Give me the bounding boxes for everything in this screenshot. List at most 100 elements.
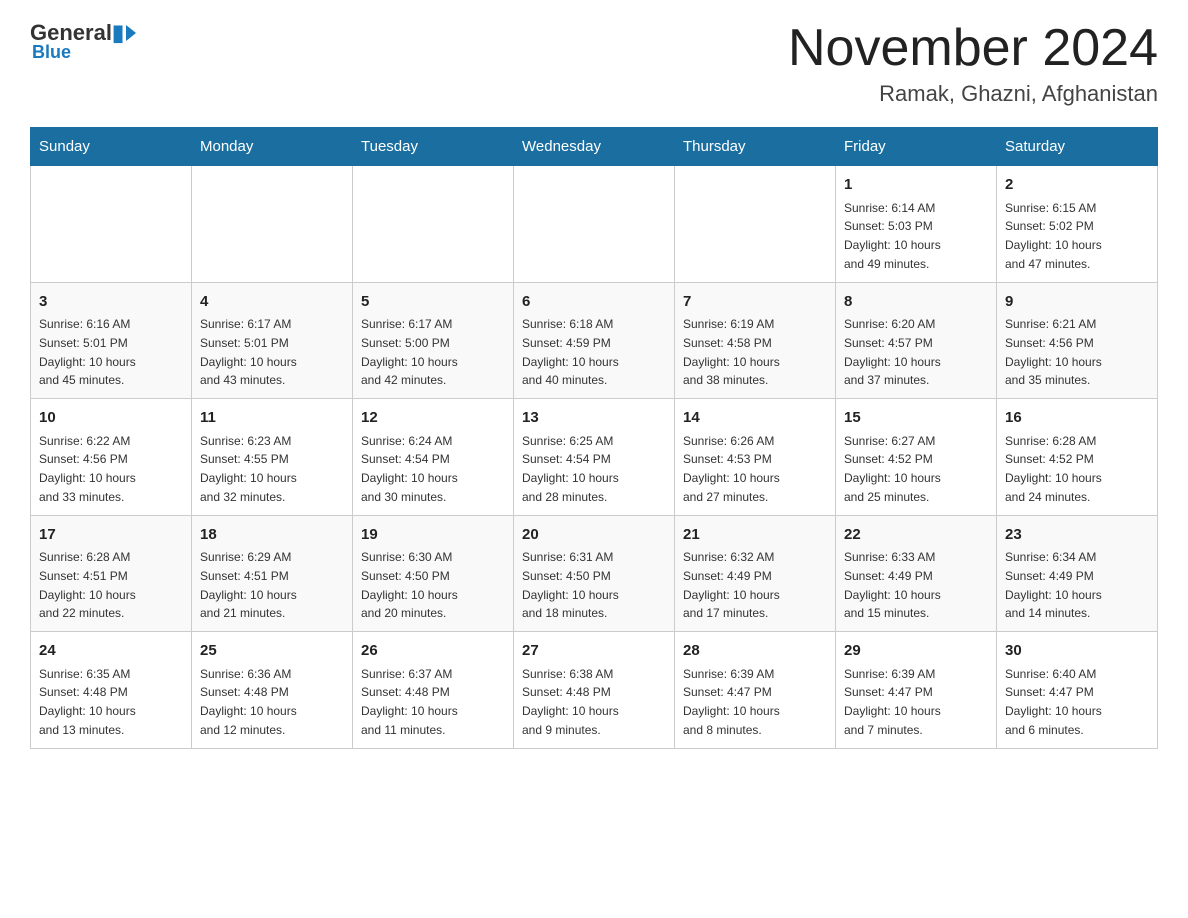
calendar-cell: 15Sunrise: 6:27 AM Sunset: 4:52 PM Dayli… <box>836 399 997 516</box>
calendar-cell: 23 Sunrise: 6:34 AM Sunset: 4:49 PM Dayli… <box>997 515 1158 632</box>
day-info: Sunrise: 6:19 AM Sunset: 4:58 PM Dayligh… <box>683 317 780 387</box>
calendar-cell: 8 Sunrise: 6:20 AM Sunset: 4:57 PM Daylig… <box>836 282 997 399</box>
day-number: 5 <box>361 291 505 314</box>
day-info: Sunrise: 6:30 AM Sunset: 4:50 PM Dayligh… <box>361 550 458 620</box>
calendar-cell: 17 Sunrise: 6:28 AM Sunset: 4:51 PM Dayli… <box>31 515 192 632</box>
calendar-cell <box>514 166 675 283</box>
day-number: 4 <box>200 291 344 314</box>
calendar-cell: 29 Sunrise: 6:39 AM Sunset: 4:47 PM Dayli… <box>836 632 997 749</box>
day-info: Sunrise: 6:23 AM Sunset: 4:55 PM Dayligh… <box>200 434 297 504</box>
day-info: Sunrise: 6:18 AM Sunset: 4:59 PM Dayligh… <box>522 317 619 387</box>
day-number: 18 <box>200 524 344 547</box>
calendar-cell: 10 Sunrise: 6:22 AM Sunset: 4:56 PM Dayli… <box>31 399 192 516</box>
day-number: 3 <box>39 291 183 314</box>
day-info: Sunrise: 6:16 AM Sunset: 5:01 PM Dayligh… <box>39 317 136 387</box>
weekday-header-monday: Monday <box>192 128 353 166</box>
day-number: 2 <box>1005 174 1149 197</box>
calendar-cell: 5 Sunrise: 6:17 AM Sunset: 5:00 PM Daylig… <box>353 282 514 399</box>
day-info: Sunrise: 6:33 AM Sunset: 4:49 PM Dayligh… <box>844 550 941 620</box>
page-header: General ▮ Blue November 2024 Ramak, Ghaz… <box>30 20 1158 107</box>
day-info: Sunrise: 6:28 AM Sunset: 4:52 PM Dayligh… <box>1005 434 1102 504</box>
day-number: 10 <box>39 407 183 430</box>
calendar-cell: 7Sunrise: 6:19 AM Sunset: 4:58 PM Daylig… <box>675 282 836 399</box>
day-info: Sunrise: 6:31 AM Sunset: 4:50 PM Dayligh… <box>522 550 619 620</box>
day-number: 17 <box>39 524 183 547</box>
day-info: Sunrise: 6:17 AM Sunset: 5:00 PM Dayligh… <box>361 317 458 387</box>
day-info: Sunrise: 6:39 AM Sunset: 4:47 PM Dayligh… <box>844 667 941 737</box>
day-info: Sunrise: 6:39 AM Sunset: 4:47 PM Dayligh… <box>683 667 780 737</box>
calendar-cell: 21 Sunrise: 6:32 AM Sunset: 4:49 PM Dayli… <box>675 515 836 632</box>
day-info: Sunrise: 6:24 AM Sunset: 4:54 PM Dayligh… <box>361 434 458 504</box>
day-number: 16 <box>1005 407 1149 430</box>
day-number: 22 <box>844 524 988 547</box>
day-number: 23 <box>1005 524 1149 547</box>
day-info: Sunrise: 6:26 AM Sunset: 4:53 PM Dayligh… <box>683 434 780 504</box>
day-info: Sunrise: 6:21 AM Sunset: 4:56 PM Dayligh… <box>1005 317 1102 387</box>
day-number: 25 <box>200 640 344 663</box>
day-number: 9 <box>1005 291 1149 314</box>
calendar-week-row: 24Sunrise: 6:35 AM Sunset: 4:48 PM Dayli… <box>31 632 1158 749</box>
calendar-cell: 6 Sunrise: 6:18 AM Sunset: 4:59 PM Daylig… <box>514 282 675 399</box>
month-title: November 2024 <box>788 20 1158 77</box>
day-number: 19 <box>361 524 505 547</box>
day-info: Sunrise: 6:35 AM Sunset: 4:48 PM Dayligh… <box>39 667 136 737</box>
calendar-cell: 24Sunrise: 6:35 AM Sunset: 4:48 PM Dayli… <box>31 632 192 749</box>
day-info: Sunrise: 6:22 AM Sunset: 4:56 PM Dayligh… <box>39 434 136 504</box>
calendar-cell: 11Sunrise: 6:23 AM Sunset: 4:55 PM Dayli… <box>192 399 353 516</box>
calendar-cell: 27 Sunrise: 6:38 AM Sunset: 4:48 PM Dayli… <box>514 632 675 749</box>
calendar-cell: 12Sunrise: 6:24 AM Sunset: 4:54 PM Dayli… <box>353 399 514 516</box>
day-number: 20 <box>522 524 666 547</box>
calendar-week-row: 3 Sunrise: 6:16 AM Sunset: 5:01 PM Daylig… <box>31 282 1158 399</box>
calendar-cell: 9 Sunrise: 6:21 AM Sunset: 4:56 PM Daylig… <box>997 282 1158 399</box>
logo-arrow-icon <box>126 25 136 41</box>
logo-blue-label: Blue <box>32 42 71 63</box>
day-info: Sunrise: 6:38 AM Sunset: 4:48 PM Dayligh… <box>522 667 619 737</box>
weekday-header-wednesday: Wednesday <box>514 128 675 166</box>
day-number: 21 <box>683 524 827 547</box>
calendar-cell: 3 Sunrise: 6:16 AM Sunset: 5:01 PM Daylig… <box>31 282 192 399</box>
calendar-cell: 2 Sunrise: 6:15 AM Sunset: 5:02 PM Daylig… <box>997 166 1158 283</box>
day-info: Sunrise: 6:29 AM Sunset: 4:51 PM Dayligh… <box>200 550 297 620</box>
title-section: November 2024 Ramak, Ghazni, Afghanistan <box>788 20 1158 107</box>
day-number: 29 <box>844 640 988 663</box>
calendar-cell <box>31 166 192 283</box>
day-info: Sunrise: 6:14 AM Sunset: 5:03 PM Dayligh… <box>844 201 941 271</box>
day-number: 28 <box>683 640 827 663</box>
logo-blue-text: ▮ <box>112 20 124 46</box>
weekday-header-tuesday: Tuesday <box>353 128 514 166</box>
day-info: Sunrise: 6:28 AM Sunset: 4:51 PM Dayligh… <box>39 550 136 620</box>
calendar-week-row: 10 Sunrise: 6:22 AM Sunset: 4:56 PM Dayli… <box>31 399 1158 516</box>
day-info: Sunrise: 6:15 AM Sunset: 5:02 PM Dayligh… <box>1005 201 1102 271</box>
calendar-week-row: 17 Sunrise: 6:28 AM Sunset: 4:51 PM Dayli… <box>31 515 1158 632</box>
calendar-header-row: SundayMondayTuesdayWednesdayThursdayFrid… <box>31 128 1158 166</box>
day-info: Sunrise: 6:32 AM Sunset: 4:49 PM Dayligh… <box>683 550 780 620</box>
weekday-header-sunday: Sunday <box>31 128 192 166</box>
calendar-cell: 13Sunrise: 6:25 AM Sunset: 4:54 PM Dayli… <box>514 399 675 516</box>
logo: General ▮ Blue <box>30 20 136 63</box>
day-number: 30 <box>1005 640 1149 663</box>
day-info: Sunrise: 6:36 AM Sunset: 4:48 PM Dayligh… <box>200 667 297 737</box>
day-info: Sunrise: 6:34 AM Sunset: 4:49 PM Dayligh… <box>1005 550 1102 620</box>
calendar-week-row: 1 Sunrise: 6:14 AM Sunset: 5:03 PM Daylig… <box>31 166 1158 283</box>
calendar-cell <box>353 166 514 283</box>
day-number: 6 <box>522 291 666 314</box>
day-info: Sunrise: 6:20 AM Sunset: 4:57 PM Dayligh… <box>844 317 941 387</box>
day-number: 15 <box>844 407 988 430</box>
day-number: 26 <box>361 640 505 663</box>
day-info: Sunrise: 6:40 AM Sunset: 4:47 PM Dayligh… <box>1005 667 1102 737</box>
location-label: Ramak, Ghazni, Afghanistan <box>788 81 1158 107</box>
day-number: 8 <box>844 291 988 314</box>
calendar-cell: 19 Sunrise: 6:30 AM Sunset: 4:50 PM Dayli… <box>353 515 514 632</box>
calendar-cell: 1 Sunrise: 6:14 AM Sunset: 5:03 PM Daylig… <box>836 166 997 283</box>
weekday-header-thursday: Thursday <box>675 128 836 166</box>
day-number: 1 <box>844 174 988 197</box>
day-info: Sunrise: 6:37 AM Sunset: 4:48 PM Dayligh… <box>361 667 458 737</box>
weekday-header-friday: Friday <box>836 128 997 166</box>
calendar-cell: 18 Sunrise: 6:29 AM Sunset: 4:51 PM Dayli… <box>192 515 353 632</box>
weekday-header-saturday: Saturday <box>997 128 1158 166</box>
calendar-cell: 4 Sunrise: 6:17 AM Sunset: 5:01 PM Daylig… <box>192 282 353 399</box>
calendar-cell: 16 Sunrise: 6:28 AM Sunset: 4:52 PM Dayli… <box>997 399 1158 516</box>
day-number: 27 <box>522 640 666 663</box>
day-info: Sunrise: 6:17 AM Sunset: 5:01 PM Dayligh… <box>200 317 297 387</box>
calendar-cell: 30 Sunrise: 6:40 AM Sunset: 4:47 PM Dayli… <box>997 632 1158 749</box>
